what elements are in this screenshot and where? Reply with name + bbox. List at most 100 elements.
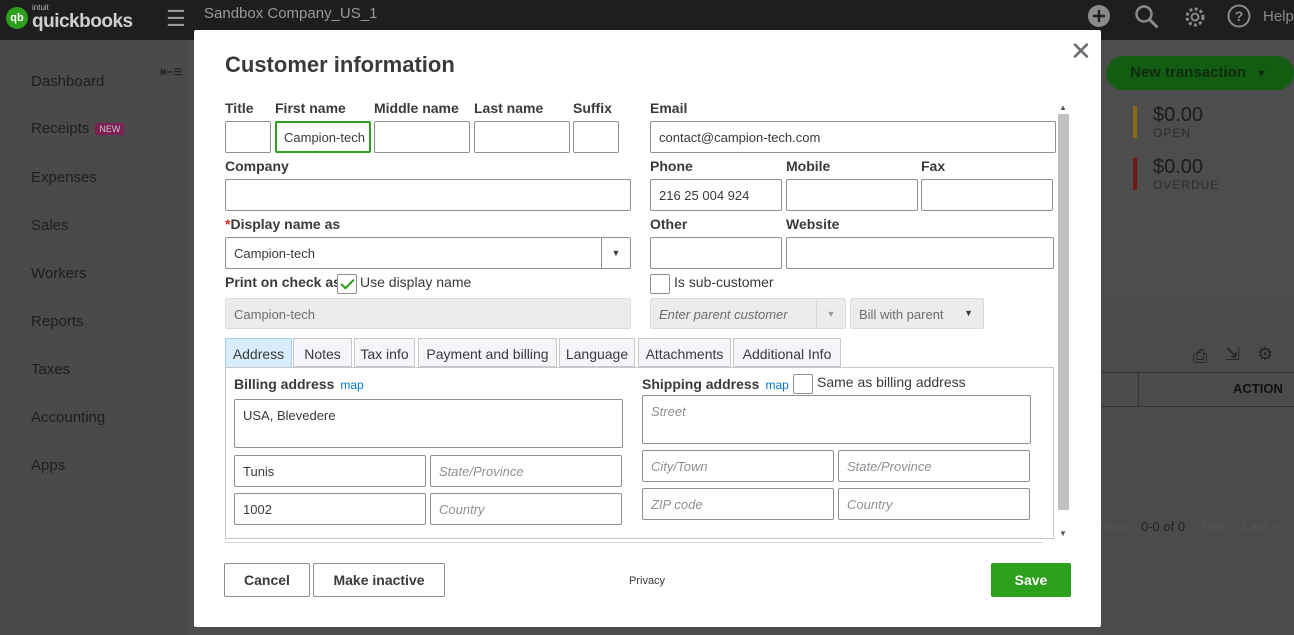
help-icon[interactable]: ? bbox=[1227, 4, 1251, 34]
sidebar-item-taxes[interactable]: Taxes bbox=[31, 361, 70, 378]
scroll-down-arrow-icon[interactable]: ▼ bbox=[1059, 529, 1067, 538]
is-sub-customer-label: Is sub-customer bbox=[674, 274, 774, 290]
hamburger-menu-icon[interactable]: ☰ bbox=[166, 6, 186, 32]
shipping-state-field[interactable]: State/Province bbox=[838, 450, 1030, 482]
pager-next[interactable]: Next bbox=[1202, 519, 1229, 534]
sidebar-item-label: Accounting bbox=[31, 409, 106, 426]
same-as-billing-label: Same as billing address bbox=[817, 374, 966, 390]
website-field[interactable] bbox=[786, 237, 1054, 269]
make-inactive-button[interactable]: Make inactive bbox=[313, 563, 445, 597]
bill-with-parent-select: Bill with parent ▼ bbox=[850, 298, 984, 329]
shipping-country-field[interactable]: Country bbox=[838, 488, 1030, 520]
website-label: Website bbox=[786, 216, 840, 232]
tab-address[interactable]: Address bbox=[225, 338, 292, 368]
phone-field[interactable]: 216 25 004 924 bbox=[650, 179, 782, 211]
middle-name-field[interactable] bbox=[374, 121, 470, 153]
shipping-street-field[interactable]: Street bbox=[642, 395, 1031, 444]
close-icon[interactable]: ✕ bbox=[1070, 36, 1092, 67]
pager-last[interactable]: Last > bbox=[1243, 519, 1279, 534]
display-name-value: Campion-tech bbox=[234, 246, 315, 261]
customer-information-dialog: Customer information ✕ Title First name … bbox=[194, 30, 1101, 627]
export-icon[interactable]: ⇲ bbox=[1225, 344, 1240, 365]
middle-name-label: Middle name bbox=[374, 100, 459, 116]
billing-city-field[interactable]: Tunis bbox=[234, 455, 426, 487]
company-field[interactable] bbox=[225, 179, 631, 211]
overdue-label: OVERDUE bbox=[1153, 178, 1220, 192]
billing-street-field[interactable]: USA, Blevedere bbox=[234, 399, 623, 448]
search-icon[interactable] bbox=[1134, 4, 1160, 36]
tab-payment-and-billing[interactable]: Payment and billing bbox=[418, 338, 557, 367]
sidebar: ⇤≡ Dashboard Receipts NEW Expenses Sales … bbox=[0, 40, 189, 635]
dialog-title: Customer information bbox=[225, 52, 455, 77]
billing-state-field[interactable]: State/Province bbox=[430, 455, 622, 487]
help-label[interactable]: Help bbox=[1263, 8, 1294, 25]
tab-additional-info[interactable]: Additional Info bbox=[733, 338, 841, 367]
billing-map-link[interactable]: map bbox=[340, 378, 363, 392]
quickbooks-logo[interactable]: qb intuit quickbooks bbox=[6, 4, 133, 31]
new-transaction-button[interactable]: New transaction ▼ bbox=[1106, 56, 1294, 90]
footer-divider bbox=[225, 542, 1043, 543]
display-name-select[interactable]: Campion-tech ▼ bbox=[225, 237, 631, 269]
svg-text:?: ? bbox=[1235, 8, 1244, 24]
other-label: Other bbox=[650, 216, 688, 232]
action-column-header: ACTION bbox=[1233, 381, 1283, 396]
shipping-address-label-text: Shipping address bbox=[642, 376, 760, 392]
collapse-sidebar-icon[interactable]: ⇤≡ bbox=[160, 62, 183, 82]
save-button[interactable]: Save bbox=[991, 563, 1071, 597]
dropdown-arrow-icon: ▼ bbox=[964, 308, 973, 318]
shipping-zip-field[interactable]: ZIP code bbox=[642, 488, 834, 520]
dropdown-arrow-icon[interactable]: ▼ bbox=[601, 238, 630, 268]
form-scrollbar-thumb[interactable] bbox=[1058, 114, 1069, 510]
sidebar-item-sales[interactable]: Sales bbox=[31, 217, 69, 234]
use-display-name-label: Use display name bbox=[360, 274, 472, 290]
overdue-amount: $0.00 bbox=[1153, 156, 1204, 178]
title-field[interactable] bbox=[225, 121, 271, 153]
fax-field[interactable] bbox=[921, 179, 1053, 211]
tab-notes[interactable]: Notes bbox=[293, 338, 352, 367]
billing-zip-field[interactable]: 1002 bbox=[234, 493, 426, 525]
sidebar-item-accounting[interactable]: Accounting bbox=[31, 409, 105, 426]
sidebar-item-reports[interactable]: Reports bbox=[31, 313, 84, 330]
suffix-label: Suffix bbox=[573, 100, 612, 116]
sidebar-item-label: Apps bbox=[31, 457, 66, 474]
fax-label: Fax bbox=[921, 158, 946, 174]
sidebar-item-dashboard[interactable]: Dashboard bbox=[31, 73, 104, 90]
open-label: OPEN bbox=[1153, 126, 1192, 140]
table-column-divider bbox=[1138, 372, 1139, 406]
billing-country-field[interactable]: Country bbox=[430, 493, 622, 525]
first-name-label: First name bbox=[275, 100, 346, 116]
last-name-field[interactable] bbox=[474, 121, 570, 153]
tab-tax-info[interactable]: Tax info bbox=[354, 338, 415, 367]
is-sub-customer-checkbox[interactable] bbox=[650, 274, 670, 294]
sidebar-item-apps[interactable]: Apps bbox=[31, 457, 65, 474]
tab-language[interactable]: Language bbox=[559, 338, 635, 367]
shipping-map-link[interactable]: map bbox=[765, 378, 788, 392]
sidebar-item-label: Expenses bbox=[31, 169, 97, 186]
shipping-city-field[interactable]: City/Town bbox=[642, 450, 834, 482]
print-on-check-field: Campion-tech bbox=[225, 298, 631, 329]
gear-icon[interactable] bbox=[1182, 4, 1208, 36]
print-icon[interactable]: ⎙ bbox=[1193, 346, 1207, 367]
sidebar-item-workers[interactable]: Workers bbox=[31, 265, 87, 282]
pager-range: 0-0 of 0 bbox=[1141, 519, 1186, 534]
suffix-field[interactable] bbox=[573, 121, 619, 153]
mobile-field[interactable] bbox=[786, 179, 918, 211]
cancel-button[interactable]: Cancel bbox=[224, 563, 310, 597]
privacy-link[interactable]: Privacy bbox=[629, 575, 665, 587]
phone-label: Phone bbox=[650, 158, 693, 174]
same-as-billing-checkbox[interactable] bbox=[793, 374, 813, 394]
first-name-field[interactable]: Campion-tech bbox=[275, 121, 371, 153]
email-field[interactable]: contact@campion-tech.com bbox=[650, 121, 1056, 153]
use-display-name-checkbox[interactable] bbox=[337, 274, 357, 294]
new-transaction-label: New transaction bbox=[1130, 64, 1246, 81]
table-settings-gear-icon[interactable]: ⚙ bbox=[1257, 344, 1273, 365]
tab-attachments[interactable]: Attachments bbox=[638, 338, 731, 367]
chevron-down-icon: ▼ bbox=[1256, 68, 1267, 80]
sidebar-item-expenses[interactable]: Expenses bbox=[31, 169, 97, 186]
sidebar-item-receipts[interactable]: Receipts NEW bbox=[31, 120, 125, 137]
scroll-up-arrow-icon[interactable]: ▲ bbox=[1059, 103, 1067, 112]
email-label: Email bbox=[650, 100, 688, 116]
other-field[interactable] bbox=[650, 237, 782, 269]
title-label: Title bbox=[225, 100, 254, 116]
table-divider bbox=[1101, 406, 1294, 407]
